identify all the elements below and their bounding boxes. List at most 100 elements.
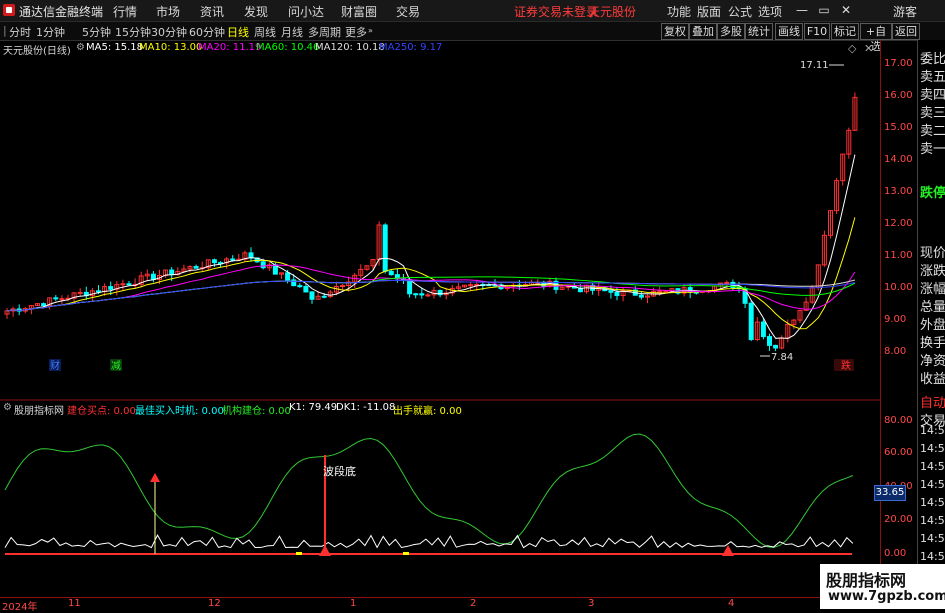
back-button[interactable]: 返回 (892, 23, 920, 40)
tag-die-text: 跌 (841, 359, 851, 372)
trade-time: 14:56 (920, 532, 945, 545)
candle-body (169, 269, 175, 276)
trade-time: 14:56 (920, 424, 945, 437)
panel-auto[interactable]: 自动 (920, 392, 945, 411)
panel-change: 涨跌 (920, 264, 945, 279)
candle-body (657, 290, 663, 293)
y-tick: 12.00 (884, 218, 913, 229)
y-tick: 11.00 (884, 250, 913, 261)
panel-sell4: 卖四 (920, 88, 945, 103)
quote-side-panel: 委比 卖五 卖四 卖三 卖二 卖一 跌停 现价 涨跌 涨幅 总量 外盘 换手 净… (917, 40, 945, 609)
candle-body (388, 270, 394, 276)
candle-body (608, 290, 614, 293)
candle-body (767, 336, 772, 346)
panel-sell5: 卖五 (920, 70, 945, 85)
panel-sell1: 卖一 (920, 142, 945, 157)
watermark-url: www.7gpzb.com (828, 589, 945, 604)
panel-limit-down: 跌停 (920, 186, 945, 201)
x-tick: 3 (588, 598, 595, 609)
x-tick: 2 (470, 598, 477, 609)
trade-time: 14:56 (920, 460, 945, 473)
win-marker (403, 552, 409, 555)
candle-body (150, 273, 156, 281)
tag-jian-text: 减 (111, 360, 121, 372)
k1-line (4, 433, 854, 549)
panel-weibi: 委比 (920, 52, 945, 67)
panel-change-pct: 涨幅 (920, 282, 945, 297)
candle-body (748, 302, 754, 340)
y-tick: 14.00 (884, 154, 913, 165)
candle-body (309, 291, 315, 300)
ma5-line (6, 154, 856, 339)
x-tick: 4 (728, 598, 735, 609)
sub-y-tick: 20.00 (884, 514, 913, 525)
ma10-line (6, 217, 856, 330)
candle-body (413, 293, 419, 296)
candle-body (193, 266, 199, 269)
y-tick: 17.00 (884, 58, 913, 69)
signal-arrow (150, 473, 160, 482)
candle-body (407, 279, 413, 295)
y-tick: 13.00 (884, 186, 913, 197)
signal-bottom-label: 波段底 (323, 464, 356, 478)
candle-body (120, 283, 126, 286)
candle-body (760, 321, 766, 338)
candle-body (108, 286, 114, 290)
min-price-label: 7.84 (771, 352, 793, 363)
trade-time: 14:56 (920, 514, 945, 527)
candle-body (59, 298, 65, 301)
x-tick: 12 (208, 598, 221, 609)
watermark: 股朋指标网 www.7gpzb.com (820, 564, 945, 609)
candle-body (211, 259, 217, 264)
max-price-label: 17.11 (800, 60, 829, 71)
trade-time: 14:56 (920, 478, 945, 491)
candle-body (96, 290, 101, 293)
x-tick: 1 (350, 598, 357, 609)
y-tick: 8.00 (884, 346, 907, 357)
panel-price: 现价 (920, 246, 945, 261)
y-tick: 15.00 (884, 122, 913, 133)
candle-body (41, 303, 47, 307)
dk1-line (4, 534, 854, 549)
moving-average-lines (6, 154, 856, 339)
date-axis: 2024年 11 12 1 2 3 4 (0, 597, 880, 613)
price-axis: 17.00 16.00 15.00 14.00 13.00 12.00 11.0… (880, 40, 918, 600)
candle-body (340, 284, 345, 287)
trade-time: 14:56 (920, 550, 945, 563)
tag-cai-text: 财 (50, 359, 60, 372)
trade-time: 14:56 (920, 496, 945, 509)
candle-body (724, 281, 730, 284)
panel-turnover: 换手 (920, 336, 945, 351)
current-sub-value: 33.65 (874, 485, 906, 501)
candle-body (297, 285, 303, 288)
candle-body (321, 295, 327, 298)
candle-body (663, 290, 669, 293)
sub-indicator-lines (4, 433, 854, 556)
sub-y-tick: 60.00 (884, 447, 913, 458)
panel-sell3: 卖三 (920, 106, 945, 121)
panel-outer: 外盘 (920, 318, 945, 333)
guest-label[interactable]: 游客 (893, 3, 917, 20)
candle-body (614, 291, 620, 296)
y-tick: 16.00 (884, 90, 913, 101)
kline-chart[interactable]: 17.11 7.84 财 减 跌 波段底 (0, 0, 880, 600)
candle-body (773, 344, 779, 349)
x-tick: 2024年 (2, 602, 38, 613)
watermark-title: 股朋指标网 (826, 571, 907, 590)
candle-body (638, 294, 644, 298)
y-tick: 10.00 (884, 282, 913, 293)
candle-body (303, 286, 309, 293)
panel-sell2: 卖二 (920, 124, 945, 139)
candle-body (230, 258, 236, 261)
win-marker (296, 552, 302, 555)
sub-y-tick: 80.00 (884, 415, 913, 426)
candle-body (126, 283, 132, 286)
candle-body (468, 284, 474, 287)
candle-body (285, 272, 291, 281)
candle-body (425, 294, 431, 297)
candle-body (77, 291, 83, 294)
sub-y-tick: 0.00 (884, 548, 907, 559)
candle-body (53, 297, 59, 300)
panel-net-assets: 净资 (920, 354, 945, 369)
late-arrow (722, 545, 734, 556)
